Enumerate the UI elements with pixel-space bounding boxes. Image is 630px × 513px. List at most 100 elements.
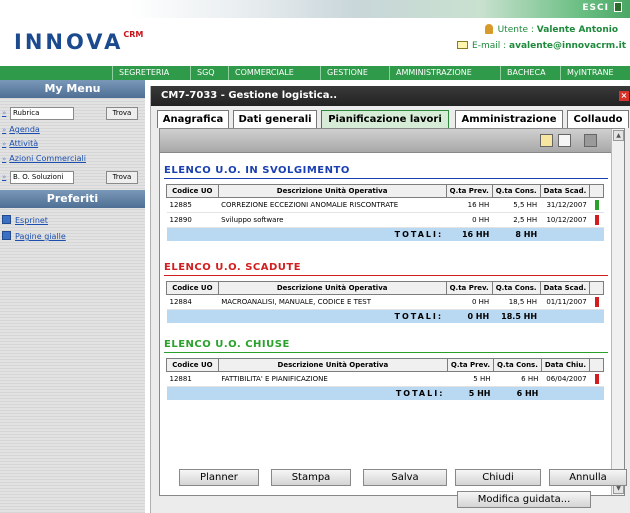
- tab-collaudo[interactable]: Collaudo: [567, 110, 629, 128]
- fav-label: Esprinet: [15, 216, 48, 225]
- nav-item-sgq[interactable]: SGQ: [190, 66, 221, 80]
- column-header[interactable]: Descrizione Unità Operativa: [217, 281, 447, 295]
- salva-button[interactable]: Salva: [363, 469, 447, 486]
- arrow-icon: »: [2, 140, 7, 148]
- cell-desc: CORREZIONE ECCEZIONI ANOMALIE RISCONTRAT…: [218, 197, 447, 213]
- bo-input[interactable]: B. O. Soluzioni: [10, 171, 74, 184]
- bo-trova-button[interactable]: Trova: [106, 171, 138, 184]
- email-label: E-mail :: [472, 41, 509, 51]
- cell-date: 01/11/2007: [540, 294, 590, 310]
- nav-item-segreteria[interactable]: SEGRETERIA: [112, 66, 175, 80]
- column-header[interactable]: Codice UO: [166, 358, 219, 372]
- user-label: Utente :: [497, 25, 537, 35]
- cell-prev: 16 HH: [446, 197, 493, 213]
- close-icon[interactable]: ×: [619, 91, 629, 101]
- total-cons: 6 HH: [493, 386, 542, 400]
- uo-table: Codice UO Descrizione Unità Operativa Q.ta…: [166, 184, 604, 241]
- column-header[interactable]: Codice UO: [166, 281, 219, 295]
- annulla-button[interactable]: Annulla: [549, 469, 627, 486]
- content-scrollbar[interactable]: ▲ ▼: [611, 129, 624, 495]
- logo: INNOVACRM: [14, 30, 143, 54]
- totals-spacer: [540, 309, 604, 323]
- status-cell: [589, 197, 604, 213]
- tab-anagrafica[interactable]: Anagrafica: [157, 110, 229, 128]
- sidebar-item-attivita[interactable]: » Attività: [2, 139, 38, 153]
- nav-item-gestione[interactable]: GESTIONE: [320, 66, 374, 80]
- column-header[interactable]: Codice UO: [166, 184, 219, 198]
- tab-pianificazione-lavori[interactable]: Pianificazione lavori: [321, 110, 449, 128]
- column-header[interactable]: Q.ta Prev.: [445, 184, 493, 198]
- logo-suffix: CRM: [123, 30, 144, 39]
- nav-item-myintranet[interactable]: MyINTRANE: [560, 66, 620, 80]
- stampa-button[interactable]: Stampa: [271, 469, 351, 486]
- sidebar: My Menu » Rubrica Trova » Agenda » Attivit…: [0, 80, 145, 513]
- scroll-up-icon[interactable]: ▲: [613, 130, 624, 141]
- cell-prev: 0 HH: [446, 212, 493, 228]
- uo-table: Codice UO Descrizione Unità Operativa Q.ta…: [166, 358, 604, 400]
- column-header[interactable]: Descrizione Unità Operativa: [217, 184, 447, 198]
- fav-item-esprinet[interactable]: Esprinet: [2, 215, 48, 229]
- sidebar-link-label: Agenda: [9, 125, 40, 134]
- column-header-status: [589, 358, 604, 372]
- main-window: CM7-7033 - Gestione logistica.. × Anagra…: [150, 86, 630, 513]
- column-header[interactable]: Q.ta Cons.: [491, 184, 541, 198]
- content-toolbar: [160, 129, 612, 153]
- nav-item-bacheca[interactable]: BACHECA: [500, 66, 552, 80]
- table-row[interactable]: 12885 CORREZIONE ECCEZIONI ANOMALIE RISCO…: [166, 197, 604, 213]
- cell-date: 10/12/2007: [540, 212, 590, 228]
- rubrica-trova-button[interactable]: Trova: [106, 107, 138, 120]
- chiudi-button[interactable]: Chiudi: [455, 469, 541, 486]
- fav-item-pagine-gialle[interactable]: Pagine gialle: [2, 231, 66, 245]
- totals-row: TOTALI: 0 HH 18.5 HH: [166, 309, 604, 323]
- cell-desc: MACROANALISI, MANUALE, CODICE E TEST: [218, 294, 447, 310]
- email-value[interactable]: avalente@innovacrm.it: [509, 41, 626, 51]
- table-row[interactable]: 12881 FATTIBILITA' E PIANIFICAZIONE 5 HH 6 …: [166, 371, 604, 387]
- section-title: ELENCO U.O. CHIUSE: [164, 339, 290, 350]
- logout-button[interactable]: ESCI: [582, 2, 622, 13]
- edit-icon[interactable]: [540, 134, 553, 147]
- uo-table: Codice UO Descrizione Unità Operativa Q.ta…: [166, 281, 604, 323]
- status-indicator-icon: [594, 374, 599, 384]
- modifica-guidata-button[interactable]: Modifica guidata...: [457, 491, 591, 508]
- arrow-icon: »: [2, 126, 7, 134]
- planner-button[interactable]: Planner: [179, 469, 259, 486]
- column-header[interactable]: Data Scad.: [539, 281, 591, 295]
- column-header-status: [589, 281, 604, 295]
- print-icon[interactable]: [584, 134, 597, 147]
- status-cell: [589, 294, 604, 310]
- cell-prev: 5 HH: [447, 371, 494, 387]
- totals-label: TOTALI:: [166, 386, 448, 400]
- column-header-status: [589, 184, 604, 198]
- column-header[interactable]: Q.ta Cons.: [493, 358, 542, 372]
- tab-dati-generali[interactable]: Dati generali: [233, 110, 317, 128]
- top-stripe: ESCI: [130, 0, 630, 18]
- column-header[interactable]: Q.ta Prev.: [446, 358, 495, 372]
- section-divider: [164, 178, 608, 179]
- column-header[interactable]: Descrizione Unità Operativa: [217, 358, 448, 372]
- rubrica-search: » Rubrica Trova: [2, 107, 144, 121]
- column-header[interactable]: Q.ta Prev.: [445, 281, 493, 295]
- totals-label: TOTALI:: [166, 227, 447, 241]
- cell-desc: FATTIBILITA' E PIANIFICAZIONE: [218, 371, 448, 387]
- cell-code: 12885: [166, 197, 219, 213]
- totals-row: TOTALI: 5 HH 6 HH: [166, 386, 604, 400]
- status-indicator-icon: [594, 215, 599, 225]
- cell-date: 06/04/2007: [541, 371, 590, 387]
- nav-item-commerciale[interactable]: COMMERCIALE: [228, 66, 300, 80]
- logo-text: INNOVA: [14, 30, 124, 54]
- table-row[interactable]: 12884 MACROANALISI, MANUALE, CODICE E TES…: [166, 294, 604, 310]
- copy-icon[interactable]: [558, 134, 571, 147]
- sidebar-item-agenda[interactable]: » Agenda: [2, 125, 40, 139]
- column-header[interactable]: Data Scad.: [539, 184, 591, 198]
- sidebar-item-azioni-commerciali[interactable]: » Azioni Commerciali: [2, 154, 86, 168]
- column-header[interactable]: Data Chiu.: [540, 358, 591, 372]
- column-header[interactable]: Q.ta Cons.: [491, 281, 541, 295]
- nav-item-amministrazione[interactable]: AMMINISTRAZIONE: [389, 66, 478, 80]
- total-cons: 18.5 HH: [492, 309, 541, 323]
- cell-cons: 5,5 HH: [492, 197, 541, 213]
- rubrica-input[interactable]: Rubrica: [10, 107, 74, 120]
- tab-amministrazione[interactable]: Amministrazione: [455, 110, 563, 128]
- table-row[interactable]: 12890 Sviluppo software 0 HH 2,5 HH 10/12/20…: [166, 212, 604, 228]
- favorite-icon: [2, 231, 11, 240]
- cell-code: 12890: [166, 212, 219, 228]
